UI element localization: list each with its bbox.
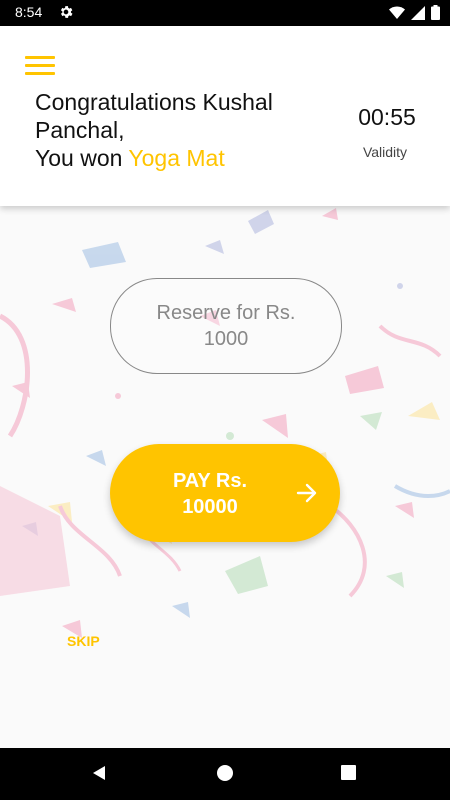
won-line: You won Yoga Mat (35, 144, 335, 172)
greeting-line-1: Congratulations Kushal (35, 89, 273, 115)
skip-link[interactable]: SKIP (67, 633, 100, 649)
greeting-line-2: Panchal, (35, 117, 125, 143)
recents-icon[interactable] (341, 765, 356, 780)
wifi-icon (389, 6, 405, 19)
reserve-line-2: 1000 (203, 328, 249, 350)
signal-icon (411, 5, 425, 20)
pay-label: PAY Rs. 10000 (110, 468, 310, 520)
settings-icon (60, 6, 73, 18)
arrow-right-icon (296, 483, 317, 503)
header-card: Congratulations Kushal Panchal, You won … (0, 26, 450, 206)
pay-line-1: PAY Rs. (172, 470, 248, 492)
validity-timer: 00:55 (358, 104, 416, 130)
prize-name: Yoga Mat (128, 145, 225, 171)
hamburger-menu-icon[interactable] (25, 56, 55, 78)
battery-icon (431, 5, 440, 20)
status-bar: 8:54 (0, 0, 450, 26)
validity-label: Validity (362, 144, 408, 160)
back-icon[interactable] (90, 764, 108, 782)
status-icons (389, 5, 440, 20)
you-won-label: You won (35, 145, 129, 171)
navigation-bar (0, 748, 450, 800)
reserve-line-1: Reserve for Rs. (156, 302, 296, 324)
congratulations-text: Congratulations Kushal Panchal, You won … (35, 88, 335, 172)
pay-line-2: 10000 (182, 496, 238, 518)
home-icon[interactable] (217, 765, 233, 781)
pay-button[interactable]: PAY Rs. 10000 (110, 444, 340, 542)
reserve-button[interactable]: Reserve for Rs. 1000 (110, 278, 342, 374)
status-time: 8:54 (15, 4, 43, 20)
